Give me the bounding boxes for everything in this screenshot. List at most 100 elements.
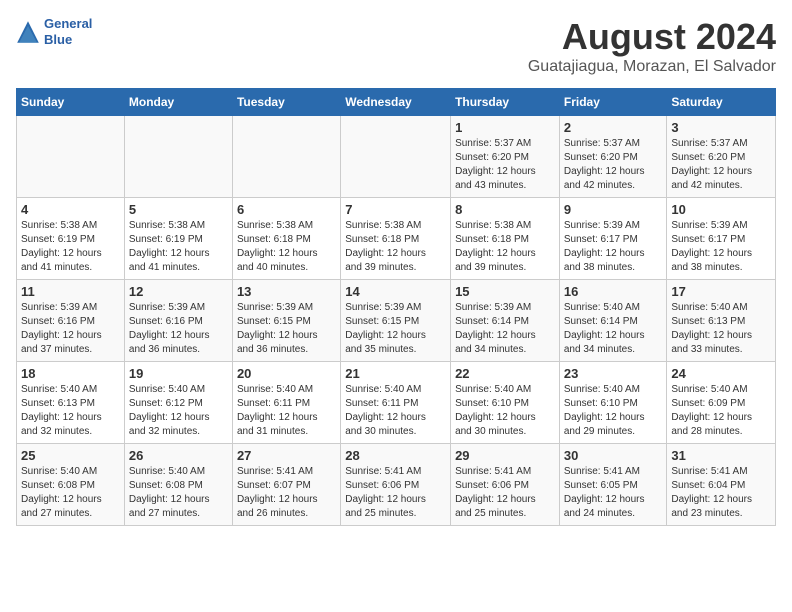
day-number: 17: [671, 284, 771, 299]
day-info: Sunrise: 5:38 AM Sunset: 6:18 PM Dayligh…: [345, 219, 446, 275]
calendar-header: SundayMondayTuesdayWednesdayThursdayFrid…: [17, 89, 776, 116]
day-number: 22: [455, 366, 555, 381]
calendar-cell: [232, 116, 340, 198]
day-number: 25: [21, 448, 120, 463]
day-info: Sunrise: 5:37 AM Sunset: 6:20 PM Dayligh…: [455, 137, 555, 193]
day-number: 31: [671, 448, 771, 463]
day-number: 13: [237, 284, 336, 299]
day-number: 21: [345, 366, 446, 381]
calendar-cell: 29Sunrise: 5:41 AM Sunset: 6:06 PM Dayli…: [451, 444, 560, 526]
calendar-cell: 14 Sunrise: 5:39 AM Sunset: 6:15 PM Dayli…: [341, 280, 451, 362]
day-number: 5: [129, 202, 228, 217]
weekday-row: SundayMondayTuesdayWednesdayThursdayFrid…: [17, 89, 776, 116]
calendar-cell: 25 Sunrise: 5:40 AM Sunset: 6:08 PM Dayli…: [17, 444, 125, 526]
logo-icon: [16, 20, 40, 44]
weekday-header-saturday: Saturday: [667, 89, 776, 116]
day-info: Sunrise: 5:39 AM Sunset: 6:17 PM Dayligh…: [564, 219, 663, 275]
weekday-header-sunday: Sunday: [17, 89, 125, 116]
calendar-cell: 9Sunrise: 5:39 AM Sunset: 6:17 PM Daylig…: [559, 198, 667, 280]
day-info: Sunrise: 5:40 AM Sunset: 6:10 PM Dayligh…: [455, 383, 555, 439]
calendar-cell: 15 Sunrise: 5:39 AM Sunset: 6:14 PM Dayli…: [451, 280, 560, 362]
weekday-header-wednesday: Wednesday: [341, 89, 451, 116]
day-number: 20: [237, 366, 336, 381]
calendar-cell: 10 Sunrise: 5:39 AM Sunset: 6:17 PM Dayli…: [667, 198, 776, 280]
day-info: Sunrise: 5:41 AM Sunset: 6:05 PM Dayligh…: [564, 465, 663, 521]
day-number: 12: [129, 284, 228, 299]
day-info: Sunrise: 5:41 AM Sunset: 6:04 PM Dayligh…: [671, 465, 771, 521]
calendar-cell: 2Sunrise: 5:37 AM Sunset: 6:20 PM Daylig…: [559, 116, 667, 198]
calendar-cell: 5 Sunrise: 5:38 AM Sunset: 6:19 PM Daylig…: [124, 198, 232, 280]
day-number: 18: [21, 366, 120, 381]
day-number: 7: [345, 202, 446, 217]
day-info: Sunrise: 5:38 AM Sunset: 6:19 PM Dayligh…: [129, 219, 228, 275]
day-info: Sunrise: 5:40 AM Sunset: 6:13 PM Dayligh…: [671, 301, 771, 357]
calendar-cell: [17, 116, 125, 198]
day-number: 6: [237, 202, 336, 217]
day-info: Sunrise: 5:41 AM Sunset: 6:07 PM Dayligh…: [237, 465, 336, 521]
calendar-cell: 27 Sunrise: 5:41 AM Sunset: 6:07 PM Dayli…: [232, 444, 340, 526]
calendar-cell: 21 Sunrise: 5:40 AM Sunset: 6:11 PM Dayli…: [341, 362, 451, 444]
day-info: Sunrise: 5:39 AM Sunset: 6:15 PM Dayligh…: [345, 301, 446, 357]
day-info: Sunrise: 5:39 AM Sunset: 6:16 PM Dayligh…: [129, 301, 228, 357]
weekday-header-tuesday: Tuesday: [232, 89, 340, 116]
day-number: 10: [671, 202, 771, 217]
day-number: 11: [21, 284, 120, 299]
calendar-cell: 20Sunrise: 5:40 AM Sunset: 6:11 PM Dayli…: [232, 362, 340, 444]
day-info: Sunrise: 5:40 AM Sunset: 6:09 PM Dayligh…: [671, 383, 771, 439]
day-info: Sunrise: 5:40 AM Sunset: 6:12 PM Dayligh…: [129, 383, 228, 439]
calendar-body: 1 Sunrise: 5:37 AM Sunset: 6:20 PM Daylig…: [17, 116, 776, 526]
calendar-cell: 23 Sunrise: 5:40 AM Sunset: 6:10 PM Dayli…: [559, 362, 667, 444]
calendar-week-3: 11 Sunrise: 5:39 AM Sunset: 6:16 PM Dayli…: [17, 280, 776, 362]
day-number: 15: [455, 284, 555, 299]
day-info: Sunrise: 5:38 AM Sunset: 6:19 PM Dayligh…: [21, 219, 120, 275]
calendar-cell: 17 Sunrise: 5:40 AM Sunset: 6:13 PM Dayli…: [667, 280, 776, 362]
calendar-cell: 6Sunrise: 5:38 AM Sunset: 6:18 PM Daylig…: [232, 198, 340, 280]
day-info: Sunrise: 5:40 AM Sunset: 6:14 PM Dayligh…: [564, 301, 663, 357]
day-info: Sunrise: 5:40 AM Sunset: 6:08 PM Dayligh…: [21, 465, 120, 521]
calendar-cell: 11 Sunrise: 5:39 AM Sunset: 6:16 PM Dayli…: [17, 280, 125, 362]
weekday-header-monday: Monday: [124, 89, 232, 116]
day-info: Sunrise: 5:40 AM Sunset: 6:11 PM Dayligh…: [345, 383, 446, 439]
day-number: 27: [237, 448, 336, 463]
logo: General Blue: [16, 16, 92, 47]
logo-line2: Blue: [44, 32, 92, 48]
subtitle: Guatajiagua, Morazan, El Salvador: [528, 58, 776, 76]
calendar-cell: [124, 116, 232, 198]
calendar-week-2: 4 Sunrise: 5:38 AM Sunset: 6:19 PM Daylig…: [17, 198, 776, 280]
day-info: Sunrise: 5:40 AM Sunset: 6:08 PM Dayligh…: [129, 465, 228, 521]
day-number: 23: [564, 366, 663, 381]
day-number: 3: [671, 120, 771, 135]
day-info: Sunrise: 5:38 AM Sunset: 6:18 PM Dayligh…: [455, 219, 555, 275]
calendar-cell: 13 Sunrise: 5:39 AM Sunset: 6:15 PM Dayli…: [232, 280, 340, 362]
calendar-week-5: 25 Sunrise: 5:40 AM Sunset: 6:08 PM Dayli…: [17, 444, 776, 526]
page-header: General Blue August 2024 Guatajiagua, Mo…: [16, 16, 776, 76]
day-number: 28: [345, 448, 446, 463]
day-number: 24: [671, 366, 771, 381]
logo-line1: General: [44, 16, 92, 32]
day-info: Sunrise: 5:40 AM Sunset: 6:13 PM Dayligh…: [21, 383, 120, 439]
calendar-cell: 1 Sunrise: 5:37 AM Sunset: 6:20 PM Daylig…: [451, 116, 560, 198]
calendar-table: SundayMondayTuesdayWednesdayThursdayFrid…: [16, 88, 776, 526]
day-number: 26: [129, 448, 228, 463]
day-info: Sunrise: 5:39 AM Sunset: 6:17 PM Dayligh…: [671, 219, 771, 275]
day-info: Sunrise: 5:40 AM Sunset: 6:10 PM Dayligh…: [564, 383, 663, 439]
day-info: Sunrise: 5:39 AM Sunset: 6:16 PM Dayligh…: [21, 301, 120, 357]
calendar-cell: 4 Sunrise: 5:38 AM Sunset: 6:19 PM Daylig…: [17, 198, 125, 280]
calendar-cell: 26 Sunrise: 5:40 AM Sunset: 6:08 PM Dayli…: [124, 444, 232, 526]
calendar-week-1: 1 Sunrise: 5:37 AM Sunset: 6:20 PM Daylig…: [17, 116, 776, 198]
day-info: Sunrise: 5:39 AM Sunset: 6:14 PM Dayligh…: [455, 301, 555, 357]
day-number: 4: [21, 202, 120, 217]
day-info: Sunrise: 5:39 AM Sunset: 6:15 PM Dayligh…: [237, 301, 336, 357]
day-number: 1: [455, 120, 555, 135]
calendar-cell: 8Sunrise: 5:38 AM Sunset: 6:18 PM Daylig…: [451, 198, 560, 280]
calendar-cell: 18 Sunrise: 5:40 AM Sunset: 6:13 PM Dayli…: [17, 362, 125, 444]
logo-text: General Blue: [44, 16, 92, 47]
day-number: 14: [345, 284, 446, 299]
calendar-cell: 7 Sunrise: 5:38 AM Sunset: 6:18 PM Daylig…: [341, 198, 451, 280]
day-number: 2: [564, 120, 663, 135]
title-block: August 2024 Guatajiagua, Morazan, El Sal…: [528, 16, 776, 76]
weekday-header-thursday: Thursday: [451, 89, 560, 116]
calendar-cell: 31 Sunrise: 5:41 AM Sunset: 6:04 PM Dayli…: [667, 444, 776, 526]
calendar-cell: 3Sunrise: 5:37 AM Sunset: 6:20 PM Daylig…: [667, 116, 776, 198]
day-info: Sunrise: 5:41 AM Sunset: 6:06 PM Dayligh…: [455, 465, 555, 521]
